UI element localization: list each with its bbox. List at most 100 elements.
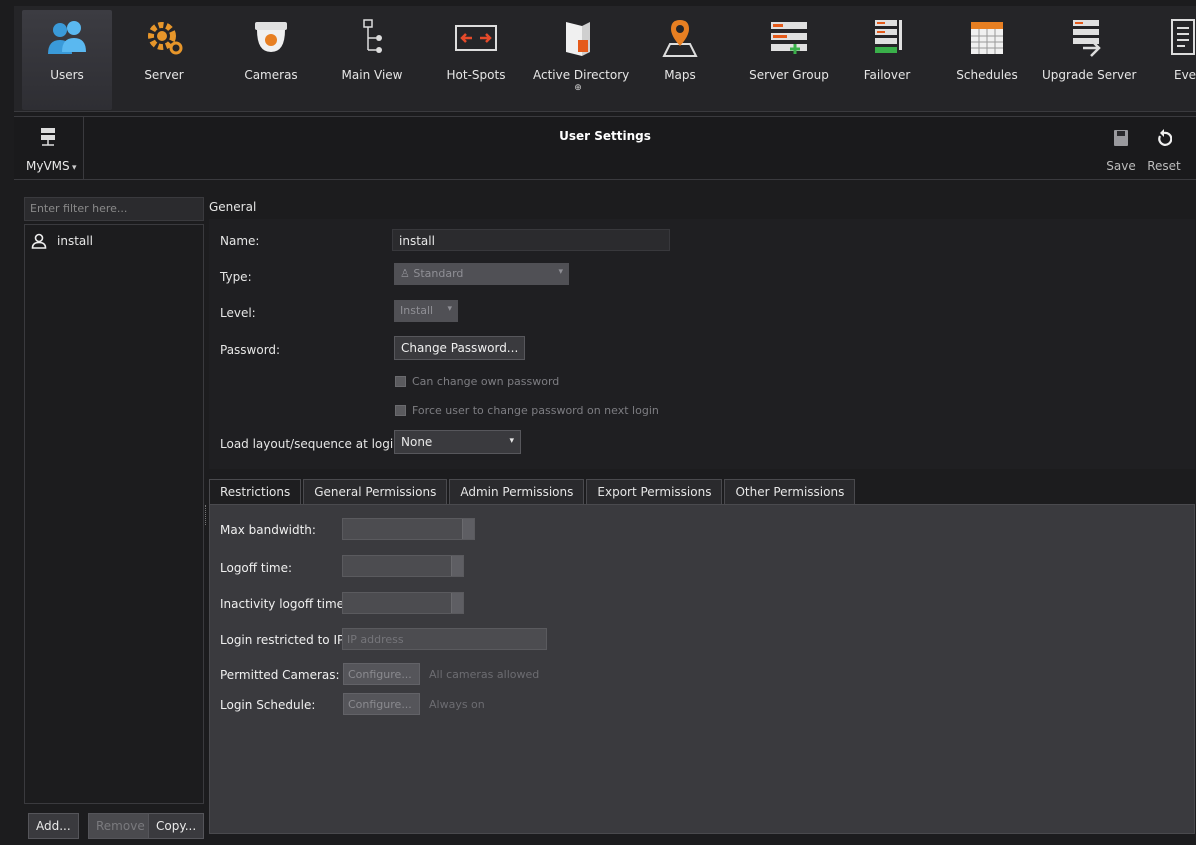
password-label: Password: — [220, 343, 281, 357]
toolbar-cameras-button[interactable]: Cameras — [226, 10, 316, 110]
active-directory-icon — [566, 22, 590, 56]
type-select[interactable]: ♙ Standard ▾ — [394, 263, 569, 285]
login-ip-label: Login restricted to IP: — [220, 633, 349, 647]
max-bandwidth-spinner[interactable] — [342, 518, 475, 540]
toolbar-maps-label: Maps — [664, 68, 696, 82]
toolbar-event-label: Event — [1174, 68, 1196, 82]
user-icon: ♙ — [400, 267, 414, 280]
user-name: install — [57, 234, 93, 248]
chevron-down-icon: ▾ — [447, 304, 452, 314]
name-label: Name: — [220, 234, 260, 248]
inactivity-logoff-spinner[interactable] — [342, 592, 464, 614]
tree-view-icon — [363, 19, 382, 53]
user-icon — [31, 233, 47, 249]
logoff-time-label: Logoff time: — [220, 561, 293, 575]
failover-icon — [875, 20, 902, 53]
remove-user-button[interactable]: Remove — [88, 813, 153, 839]
save-icon — [1114, 130, 1128, 146]
save-label: Save — [1106, 159, 1136, 173]
list-item[interactable]: install — [31, 233, 93, 249]
tab-restrictions[interactable]: Restrictions — [209, 479, 302, 505]
toolbar-mainview-button[interactable]: Main View — [327, 10, 417, 110]
toolbar-maps-button[interactable]: Maps — [635, 10, 725, 110]
user-filter-input[interactable]: Enter filter here... — [24, 197, 204, 221]
toolbar-mainview-label: Main View — [341, 68, 403, 82]
login-schedule-value: Always on — [429, 698, 485, 711]
toolbar-activedirectory-button[interactable]: Active Directory ⊕ — [533, 10, 630, 110]
permitted-cameras-value: All cameras allowed — [429, 668, 540, 681]
spinner-arrows[interactable] — [451, 556, 463, 576]
tab-export-permissions[interactable]: Export Permissions — [586, 479, 723, 504]
settings-title-bar: MyVMS ▾ User Settings Save Reset — [14, 116, 1196, 180]
toolbar-event-button[interactable]: Event — [1138, 10, 1196, 110]
toolbar-upgradeserver-label: Upgrade Server — [1042, 68, 1137, 82]
logoff-time-spinner[interactable] — [342, 555, 464, 577]
toolbar-upgradeserver-button[interactable]: Upgrade Server — [1042, 10, 1137, 110]
general-section-title: General — [209, 200, 257, 214]
level-value: Install — [400, 304, 434, 317]
toolbar-schedules-button[interactable]: Schedules — [942, 10, 1032, 110]
event-icon — [1171, 19, 1195, 55]
force-change-password-checkbox[interactable]: Force user to change password on next lo… — [395, 404, 659, 417]
login-schedule-label: Login Schedule: — [220, 698, 316, 712]
chevron-down-icon: ▾ — [72, 163, 77, 173]
tab-other-permissions[interactable]: Other Permissions — [724, 479, 856, 504]
inactivity-logoff-label: Inactivity logoff time: — [220, 597, 349, 611]
hotspot-icon — [455, 25, 497, 51]
permissions-tabs: Restrictions General Permissions Admin P… — [209, 479, 857, 505]
force-change-password-label: Force user to change password on next lo… — [412, 404, 659, 417]
tab-general-permissions[interactable]: General Permissions — [303, 479, 448, 504]
reset-icon — [1158, 129, 1172, 146]
main-toolbar: Users Server Cameras Main View Hot-Spots… — [14, 6, 1196, 112]
toolbar-cameras-label: Cameras — [244, 68, 298, 82]
panel-splitter[interactable] — [205, 505, 208, 525]
toolbar-hotspots-label: Hot-Spots — [446, 68, 506, 82]
active-directory-sub-icon: ⊕ — [574, 83, 582, 93]
reset-label: Reset — [1147, 159, 1181, 173]
ip-address-input[interactable]: IP address — [342, 628, 547, 650]
spinner-arrows[interactable] — [451, 593, 463, 613]
configure-schedule-button[interactable]: Configure... — [343, 693, 420, 715]
checkbox-box — [395, 405, 406, 416]
type-value: Standard — [413, 267, 464, 280]
page-title: User Settings — [559, 129, 651, 143]
load-layout-select[interactable]: None ▾ — [394, 430, 521, 454]
level-select[interactable]: Install ▾ — [394, 300, 458, 322]
dome-camera-icon — [255, 22, 287, 52]
reset-button[interactable]: Reset — [1144, 127, 1184, 175]
server-gear-icon — [148, 22, 183, 55]
toolbar-failover-label: Failover — [863, 68, 911, 82]
save-button[interactable]: Save — [1101, 127, 1141, 175]
user-list: install — [24, 224, 204, 804]
map-pin-icon — [662, 20, 698, 57]
general-section — [209, 219, 1195, 469]
users-icon — [48, 21, 86, 54]
name-field[interactable]: install — [392, 229, 670, 251]
toolbar-hotspots-button[interactable]: Hot-Spots — [431, 10, 521, 110]
toolbar-users-button[interactable]: Users — [22, 10, 112, 110]
toolbar-users-label: Users — [50, 68, 84, 82]
toolbar-schedules-label: Schedules — [956, 68, 1018, 82]
permitted-cameras-label: Permitted Cameras: — [220, 668, 340, 682]
load-layout-value: None — [401, 435, 433, 449]
max-bandwidth-label: Max bandwidth: — [220, 523, 316, 537]
can-change-own-password-checkbox[interactable]: Can change own password — [395, 375, 559, 388]
toolbar-activedirectory-label: Active Directory — [533, 68, 630, 82]
toolbar-servergroup-label: Server Group — [749, 68, 829, 82]
configure-cameras-button[interactable]: Configure... — [343, 663, 420, 685]
server-selector-button[interactable]: MyVMS ▾ — [14, 117, 84, 179]
level-label: Level: — [220, 306, 256, 320]
copy-user-button[interactable]: Copy... — [148, 813, 205, 839]
checkbox-box — [395, 376, 406, 387]
toolbar-server-button[interactable]: Server — [119, 10, 209, 110]
add-user-button[interactable]: Add... — [28, 813, 79, 839]
toolbar-servergroup-button[interactable]: Server Group — [744, 10, 834, 110]
tab-admin-permissions[interactable]: Admin Permissions — [449, 479, 585, 504]
type-label: Type: — [220, 270, 252, 284]
toolbar-failover-button[interactable]: Failover — [842, 10, 932, 110]
change-password-button[interactable]: Change Password... — [394, 336, 526, 360]
chevron-down-icon: ▾ — [558, 267, 563, 277]
spinner-arrows[interactable] — [462, 519, 474, 539]
server-group-icon — [771, 22, 807, 54]
can-change-own-password-label: Can change own password — [412, 375, 560, 388]
